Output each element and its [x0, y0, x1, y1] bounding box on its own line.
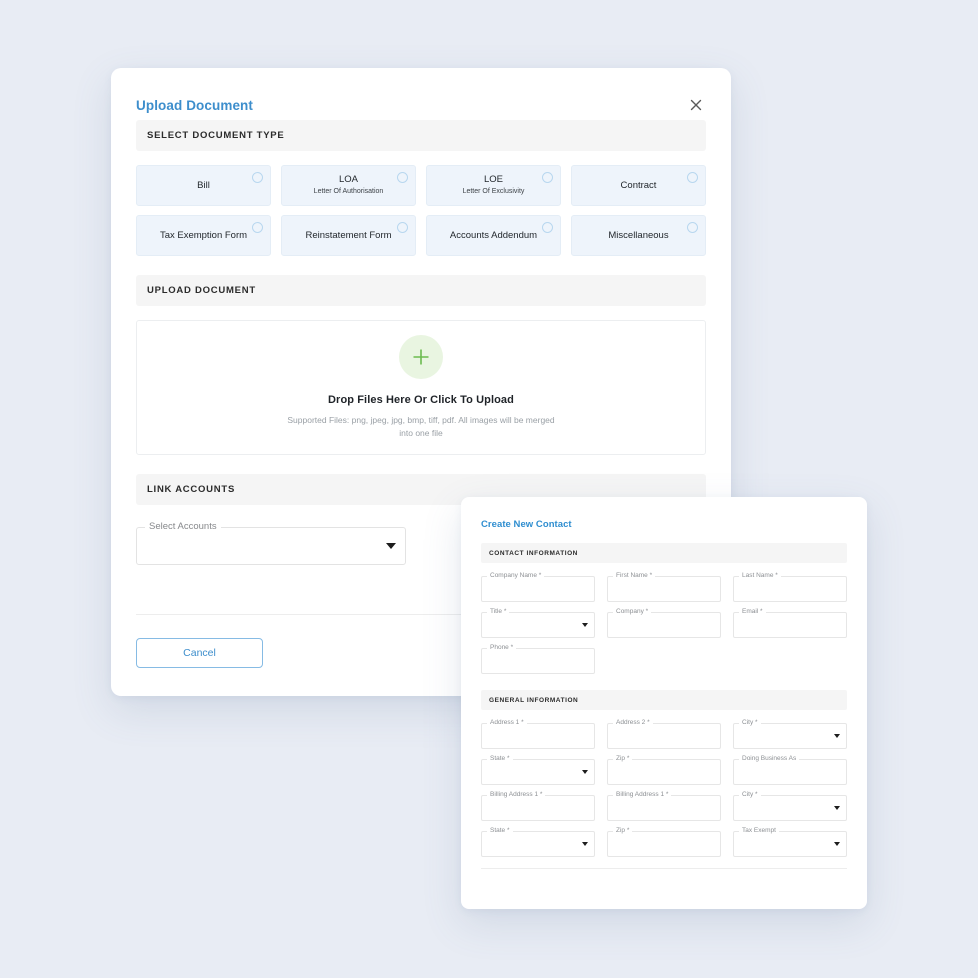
doctype-card-miscellaneous[interactable]: Miscellaneous [571, 215, 706, 256]
chevron-down-icon[interactable] [834, 806, 840, 810]
field-company[interactable]: Company * [607, 607, 721, 638]
field-label: Address 1 * [487, 718, 527, 727]
field-doing-business-as[interactable]: Doing Business As [733, 754, 847, 785]
contact-information-grid: Company Name * First Name * Last Name * … [481, 563, 847, 674]
field-label: Last Name * [739, 571, 781, 580]
radio-icon[interactable] [687, 172, 698, 183]
field-label: Doing Business As [739, 754, 800, 763]
document-type-grid: Bill LOA Letter Of Authorisation LOE Let… [136, 165, 706, 256]
doctype-sublabel: Letter Of Exclusivity [462, 188, 525, 195]
doctype-card-loe[interactable]: LOE Letter Of Exclusivity [426, 165, 561, 206]
field-state[interactable]: State * [481, 754, 595, 785]
field-label: Company * [613, 607, 652, 616]
field-label: Email * [739, 607, 766, 616]
doctype-card-tax-exemption-form[interactable]: Tax Exemption Form [136, 215, 271, 256]
field-address-1[interactable]: Address 1 * [481, 718, 595, 749]
plus-icon [399, 335, 443, 379]
chevron-down-icon[interactable] [386, 543, 396, 549]
section-title: SELECT DOCUMENT TYPE [147, 130, 285, 141]
doctype-label: LOA [338, 174, 358, 185]
field-label: First Name * [613, 571, 656, 580]
radio-icon[interactable] [397, 172, 408, 183]
field-label: Tax Exempt [739, 826, 779, 835]
field-first-name[interactable]: First Name * [607, 571, 721, 602]
chevron-down-icon[interactable] [834, 842, 840, 846]
field-billing-state[interactable]: State * [481, 826, 595, 857]
radio-icon[interactable] [542, 172, 553, 183]
chevron-down-icon[interactable] [834, 734, 840, 738]
field-billing-address-1[interactable]: Billing Address 1 * [481, 790, 595, 821]
doctype-sublabel: Letter Of Authorisation [313, 188, 384, 195]
field-label: Billing Address 1 * [487, 790, 546, 799]
field-label: City * [739, 718, 761, 727]
field-label: State * [487, 826, 513, 835]
select-accounts-field[interactable]: Select Accounts [136, 521, 406, 565]
field-phone[interactable]: Phone * [481, 643, 595, 674]
contact-information-header: CONTACT INFORMATION [481, 543, 847, 563]
field-title[interactable]: Title * [481, 607, 595, 638]
field-tax-exempt[interactable]: Tax Exempt [733, 826, 847, 857]
field-last-name[interactable]: Last Name * [733, 571, 847, 602]
doctype-label: LOE [483, 174, 503, 185]
field-label: Zip * [613, 754, 633, 763]
close-icon[interactable] [685, 94, 707, 116]
general-information-grid: Address 1 * Address 2 * City * State * Z… [481, 710, 847, 857]
field-billing-city[interactable]: City * [733, 790, 847, 821]
field-label: Address 2 * [613, 718, 653, 727]
section-title: GENERAL INFORMATION [489, 696, 579, 704]
field-label: Title * [487, 607, 510, 616]
radio-icon[interactable] [542, 222, 553, 233]
field-label: Zip * [613, 826, 633, 835]
dropzone-subtitle: Supported Files: png, jpeg, jpg, bmp, ti… [287, 415, 555, 438]
field-billing-address-2[interactable]: Billing Address 1 * [607, 790, 721, 821]
field-label: State * [487, 754, 513, 763]
doctype-card-bill[interactable]: Bill [136, 165, 271, 206]
cancel-button[interactable]: Cancel [136, 638, 263, 668]
file-dropzone[interactable]: Drop Files Here Or Click To Upload Suppo… [136, 320, 706, 455]
field-email[interactable]: Email * [733, 607, 847, 638]
doctype-label: Bill [197, 179, 210, 191]
dialog-header: Upload Document [111, 68, 731, 120]
field-address-2[interactable]: Address 2 * [607, 718, 721, 749]
radio-icon[interactable] [687, 222, 698, 233]
doctype-label: Miscellaneous [608, 229, 669, 241]
section-title: CONTACT INFORMATION [489, 549, 578, 557]
field-city[interactable]: City * [733, 718, 847, 749]
select-document-type-header: SELECT DOCUMENT TYPE [136, 120, 706, 151]
section-title: LINK ACCOUNTS [147, 484, 236, 495]
doctype-card-reinstatement-form[interactable]: Reinstatement Form [281, 215, 416, 256]
section-title: UPLOAD DOCUMENT [147, 285, 256, 296]
select-accounts-input[interactable] [136, 527, 406, 565]
field-zip[interactable]: Zip * [607, 754, 721, 785]
chevron-down-icon[interactable] [582, 842, 588, 846]
page-title: Upload Document [136, 98, 254, 113]
dropzone-title: Drop Files Here Or Click To Upload [328, 394, 514, 406]
create-new-contact-panel: Create New Contact CONTACT INFORMATION C… [461, 497, 867, 909]
contact-panel-title: Create New Contact [481, 519, 572, 530]
field-billing-zip[interactable]: Zip * [607, 826, 721, 857]
chevron-down-icon[interactable] [582, 623, 588, 627]
radio-icon[interactable] [252, 222, 263, 233]
select-accounts-label: Select Accounts [145, 521, 221, 532]
doctype-card-loa[interactable]: LOA Letter Of Authorisation [281, 165, 416, 206]
field-label: Company Name * [487, 571, 545, 580]
upload-document-header: UPLOAD DOCUMENT [136, 275, 706, 306]
doctype-label: Accounts Addendum [449, 229, 538, 241]
contact-panel-divider [481, 868, 847, 869]
doctype-card-contract[interactable]: Contract [571, 165, 706, 206]
radio-icon[interactable] [252, 172, 263, 183]
general-information-header: GENERAL INFORMATION [481, 690, 847, 710]
field-label: Phone * [487, 643, 517, 652]
doctype-label: Contract [620, 179, 657, 191]
chevron-down-icon[interactable] [582, 770, 588, 774]
field-label: City * [739, 790, 761, 799]
doctype-card-accounts-addendum[interactable]: Accounts Addendum [426, 215, 561, 256]
doctype-label: Tax Exemption Form [159, 229, 248, 241]
field-label: Billing Address 1 * [613, 790, 672, 799]
radio-icon[interactable] [397, 222, 408, 233]
field-company-name[interactable]: Company Name * [481, 571, 595, 602]
doctype-label: Reinstatement Form [305, 229, 392, 241]
